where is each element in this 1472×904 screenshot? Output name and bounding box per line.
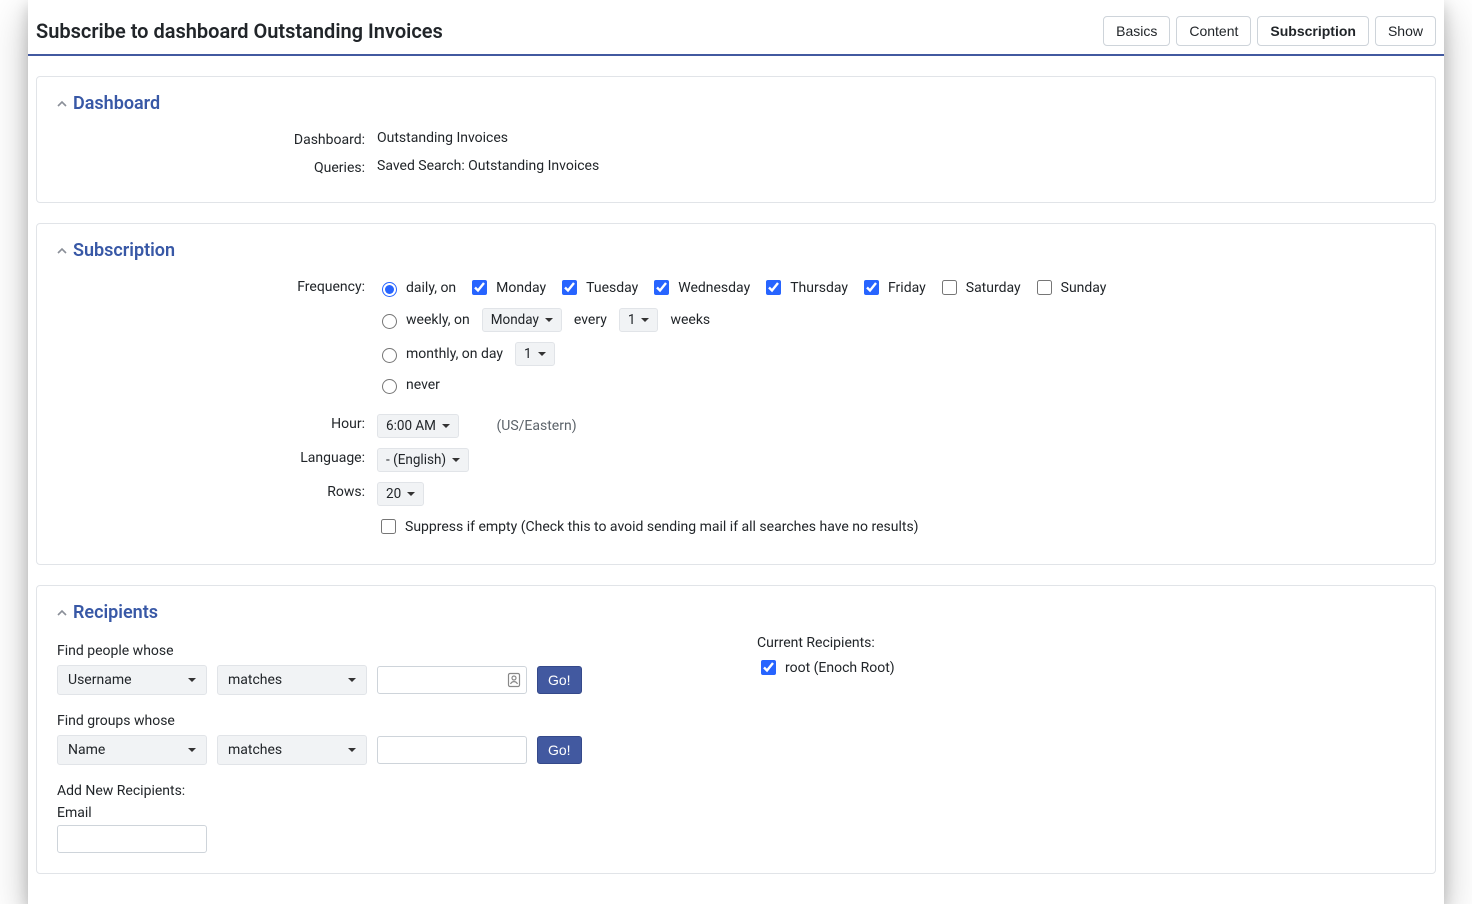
day-thursday-label: Thursday [790, 280, 848, 296]
language-value: - (English) [386, 452, 446, 468]
find-groups-label: Find groups whose [57, 713, 717, 729]
caret-down-icon [348, 748, 356, 752]
people-go-button[interactable]: Go! [537, 666, 582, 694]
dashboard-panel-title: Dashboard [73, 93, 160, 114]
recipient-root-checkbox[interactable] [761, 660, 776, 675]
subscription-panel-title: Subscription [73, 240, 175, 261]
dashboard-panel: Dashboard Dashboard: Outstanding Invoice… [36, 76, 1436, 203]
header-tabs: Basics Content Subscription Show [1103, 16, 1436, 46]
header-divider [28, 54, 1444, 56]
caret-down-icon [452, 458, 460, 462]
tab-show[interactable]: Show [1375, 16, 1436, 46]
dashboard-value: Outstanding Invoices [377, 126, 1415, 146]
groups-go-button[interactable]: Go! [537, 736, 582, 764]
caret-down-icon [348, 678, 356, 682]
monthly-day-value: 1 [524, 346, 532, 362]
frequency-daily-radio[interactable] [382, 282, 397, 297]
suppress-if-empty-label: Suppress if empty (Check this to avoid s… [405, 519, 919, 535]
page-title: Subscribe to dashboard Outstanding Invoi… [36, 19, 443, 43]
frequency-monthly-label: monthly, on day [406, 346, 503, 362]
day-sunday-label: Sunday [1061, 280, 1107, 296]
chevron-up-icon [57, 99, 67, 109]
weekly-n-value: 1 [628, 312, 636, 328]
frequency-daily-label: daily, on [406, 280, 456, 296]
frequency-monthly-radio[interactable] [382, 348, 397, 363]
queries-label: Queries: [57, 154, 377, 176]
frequency-weekly-label: weekly, on [406, 312, 470, 328]
frequency-never-label: never [406, 377, 440, 393]
monthly-day-select[interactable]: 1 [515, 342, 555, 366]
weekly-day-value: Monday [491, 312, 539, 328]
hour-value: 6:00 AM [386, 418, 436, 434]
people-field-select[interactable]: Username [57, 665, 207, 695]
day-wednesday-checkbox[interactable] [654, 280, 669, 295]
suppress-if-empty-checkbox[interactable] [381, 519, 396, 534]
people-field-value: Username [68, 672, 132, 688]
day-wednesday-label: Wednesday [678, 280, 750, 296]
weekly-day-select[interactable]: Monday [482, 308, 562, 332]
weekly-n-select[interactable]: 1 [619, 308, 659, 332]
caret-down-icon [188, 748, 196, 752]
recipients-panel-title: Recipients [73, 602, 158, 623]
find-people-label: Find people whose [57, 643, 717, 659]
frequency-never-radio[interactable] [382, 379, 397, 394]
chevron-up-icon [57, 608, 67, 618]
recipient-root-label: root (Enoch Root) [785, 660, 895, 676]
language-label: Language: [57, 444, 377, 466]
caret-down-icon [188, 678, 196, 682]
day-saturday-checkbox[interactable] [942, 280, 957, 295]
dashboard-label: Dashboard: [57, 126, 377, 148]
add-new-recipients-label: Add New Recipients: [57, 783, 717, 799]
timezone-label: (US/Eastern) [496, 418, 576, 434]
day-saturday-label: Saturday [966, 280, 1021, 296]
hour-select[interactable]: 6:00 AM [377, 414, 459, 438]
tab-subscription[interactable]: Subscription [1257, 16, 1369, 46]
current-recipients-label: Current Recipients: [757, 635, 1415, 651]
recipients-panel: Recipients Find people whose Username ma… [36, 585, 1436, 874]
tab-basics[interactable]: Basics [1103, 16, 1170, 46]
people-search-input[interactable] [377, 666, 527, 694]
day-tuesday-label: Tuesday [586, 280, 638, 296]
caret-down-icon [407, 492, 415, 496]
day-thursday-checkbox[interactable] [766, 280, 781, 295]
caret-down-icon [641, 318, 649, 322]
day-friday-checkbox[interactable] [864, 280, 879, 295]
day-sunday-checkbox[interactable] [1037, 280, 1052, 295]
email-input[interactable] [57, 825, 207, 853]
day-tuesday-checkbox[interactable] [562, 280, 577, 295]
queries-value: Saved Search: Outstanding Invoices [377, 154, 1415, 174]
people-op-value: matches [228, 672, 282, 688]
language-select[interactable]: - (English) [377, 448, 469, 472]
day-friday-label: Friday [888, 280, 926, 296]
caret-down-icon [442, 424, 450, 428]
groups-field-select[interactable]: Name [57, 735, 207, 765]
subscription-panel-toggle[interactable]: Subscription [57, 240, 1415, 261]
dashboard-panel-toggle[interactable]: Dashboard [57, 93, 1415, 114]
frequency-weekly-radio[interactable] [382, 314, 397, 329]
weekly-every-label: every [574, 312, 607, 328]
groups-op-select[interactable]: matches [217, 735, 367, 765]
rows-select[interactable]: 20 [377, 482, 424, 506]
frequency-label: Frequency: [57, 273, 377, 295]
rows-label: Rows: [57, 478, 377, 500]
caret-down-icon [538, 352, 546, 356]
chevron-up-icon [57, 246, 67, 256]
tab-content[interactable]: Content [1176, 16, 1251, 46]
groups-op-value: matches [228, 742, 282, 758]
groups-search-input[interactable] [377, 736, 527, 764]
email-label: Email [57, 805, 717, 821]
groups-field-value: Name [68, 742, 105, 758]
recipients-panel-toggle[interactable]: Recipients [57, 602, 1415, 623]
people-op-select[interactable]: matches [217, 665, 367, 695]
day-monday-label: Monday [496, 280, 546, 296]
day-monday-checkbox[interactable] [472, 280, 487, 295]
rows-value: 20 [386, 486, 401, 502]
caret-down-icon [545, 318, 553, 322]
subscription-panel: Subscription Frequency: daily, on Monday… [36, 223, 1436, 565]
weekly-weeks-label: weeks [670, 312, 710, 328]
hour-label: Hour: [57, 410, 377, 432]
